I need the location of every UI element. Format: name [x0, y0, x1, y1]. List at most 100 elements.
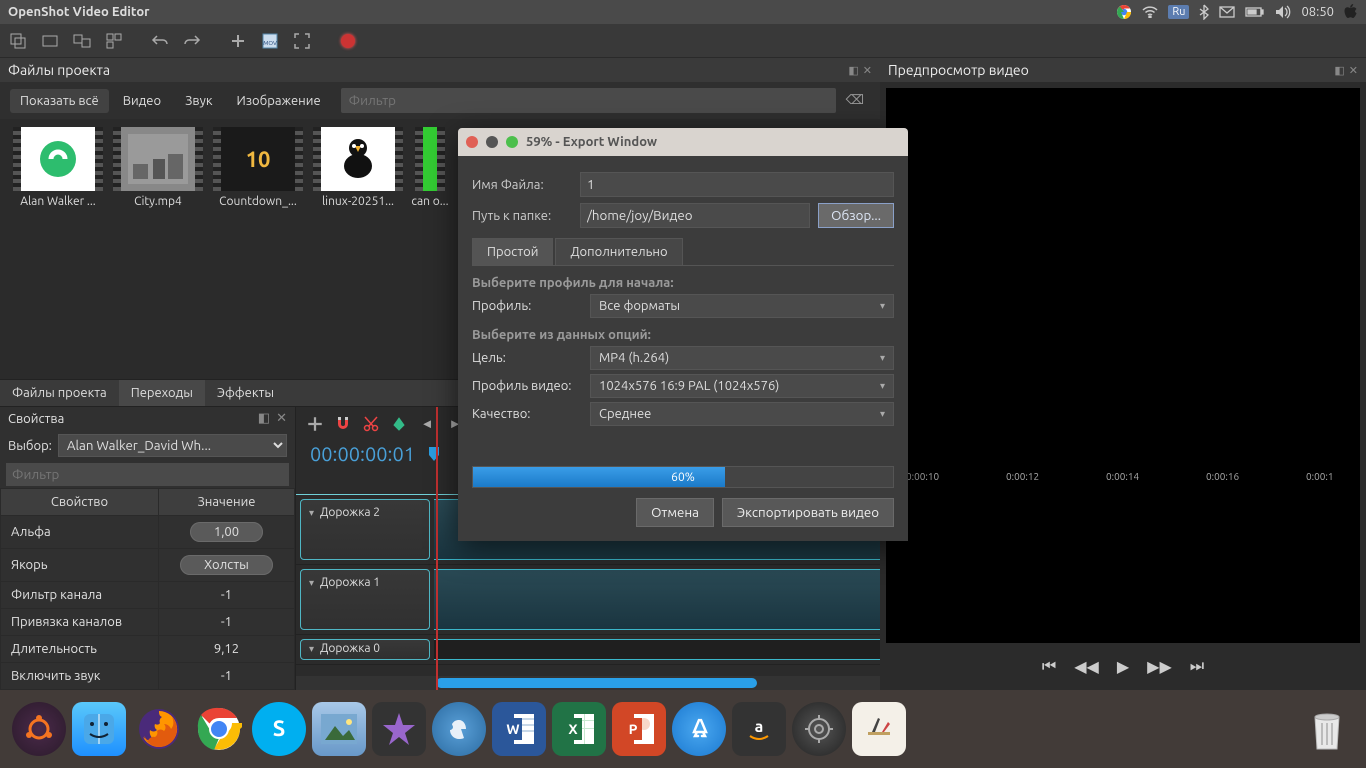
track-header[interactable]: Дорожка 0 [300, 639, 430, 660]
tool-btn-3[interactable] [70, 29, 94, 53]
undock-icon[interactable]: ◧ [848, 64, 858, 77]
add-track-icon[interactable] [306, 415, 324, 433]
thumb-item[interactable]: linux-20251... [310, 127, 406, 219]
main-toolbar: MOV [0, 24, 1366, 58]
tool-btn-1[interactable] [6, 29, 30, 53]
section-label: Выберите профиль для начала: [472, 276, 894, 290]
undock-icon[interactable]: ◧ [258, 411, 270, 426]
tab-files[interactable]: Файлы проекта [0, 380, 119, 406]
target-select[interactable]: MP4 (h.264) [590, 346, 894, 370]
marker-icon[interactable] [390, 415, 408, 433]
browse-button[interactable]: Обзор... [818, 203, 894, 228]
battery-icon[interactable] [1245, 6, 1265, 18]
clear-filter-icon[interactable]: ⌫ [840, 93, 870, 108]
tab-image[interactable]: Изображение [227, 89, 331, 113]
dock-tools-icon[interactable] [852, 702, 906, 756]
preview-title: Предпросмотр видео [888, 62, 1029, 78]
track[interactable]: Дорожка 1 [296, 565, 880, 635]
tab-simple[interactable]: Простой [472, 238, 553, 265]
dock-firefox-icon[interactable] [132, 702, 186, 756]
dock-excel-icon[interactable]: X [552, 702, 606, 756]
tab-show-all[interactable]: Показать всё [10, 89, 109, 113]
prop-val[interactable]: -1 [158, 582, 294, 609]
skip-start-icon[interactable]: ⏮ [1042, 657, 1056, 676]
redo-icon[interactable] [180, 29, 204, 53]
mail-icon[interactable] [1219, 6, 1235, 18]
record-icon[interactable] [336, 29, 360, 53]
close-window-icon[interactable] [466, 136, 478, 148]
forward-icon[interactable]: ▶▶ [1147, 657, 1172, 676]
tab-advanced[interactable]: Дополнительно [555, 238, 682, 265]
minimize-window-icon[interactable] [486, 136, 498, 148]
track-header[interactable]: Дорожка 2 [300, 499, 430, 560]
bluetooth-icon[interactable] [1199, 4, 1209, 20]
undock-icon[interactable]: ◧ [1334, 64, 1344, 77]
cancel-button[interactable]: Отмена [636, 498, 714, 527]
dock-browser-icon[interactable] [432, 702, 486, 756]
prop-val[interactable]: 1,00 [158, 516, 294, 549]
scissors-icon[interactable] [362, 415, 380, 433]
prev-marker-icon[interactable]: ◄ [418, 415, 436, 433]
clip-select[interactable]: Alan Walker_David Wh... [58, 434, 287, 457]
lang-indicator[interactable]: Ru [1168, 5, 1189, 19]
thumb-item[interactable]: Alan Walker ... [10, 127, 106, 219]
prop-val[interactable]: Холсты [158, 549, 294, 582]
track-header[interactable]: Дорожка 1 [300, 569, 430, 630]
rewind-icon[interactable]: ◀◀ [1074, 657, 1099, 676]
dock-finder-icon[interactable] [72, 702, 126, 756]
add-icon[interactable] [226, 29, 250, 53]
prop-val[interactable]: -1 [158, 663, 294, 690]
dock-trash-icon[interactable] [1300, 702, 1354, 756]
tab-transitions[interactable]: Переходы [119, 380, 205, 406]
skip-end-icon[interactable]: ⏭ [1190, 657, 1204, 676]
thumb-item[interactable]: can o... [410, 127, 450, 219]
timeline-scrollbar[interactable] [296, 676, 880, 690]
playhead[interactable] [436, 407, 438, 690]
prop-val[interactable]: 9,12 [158, 636, 294, 663]
close-panel-icon[interactable]: ✕ [1349, 64, 1358, 77]
magnet-icon[interactable] [334, 415, 352, 433]
fullscreen-icon[interactable] [290, 29, 314, 53]
path-input[interactable] [580, 203, 810, 228]
profile-select[interactable]: Все форматы [590, 294, 894, 318]
dock-settings-icon[interactable] [792, 702, 846, 756]
undo-icon[interactable] [148, 29, 172, 53]
dock-amazon-icon[interactable]: a [732, 702, 786, 756]
dock-word-icon[interactable]: W [492, 702, 546, 756]
dock-ubuntu-icon[interactable] [12, 702, 66, 756]
volume-icon[interactable] [1275, 5, 1291, 19]
track-body[interactable] [434, 569, 880, 630]
thumb-item[interactable]: 10Countdown_... [210, 127, 306, 219]
wifi-icon[interactable] [1142, 6, 1158, 18]
tool-btn-4[interactable] [102, 29, 126, 53]
dock-photos-icon[interactable] [312, 702, 366, 756]
thumb-item[interactable]: City.mp4 [110, 127, 206, 219]
dock-powerpoint-icon[interactable]: P [612, 702, 666, 756]
dock-chrome-icon[interactable] [192, 702, 246, 756]
clock[interactable]: 08:50 [1301, 5, 1334, 19]
maximize-window-icon[interactable] [506, 136, 518, 148]
video-profile-select[interactable]: 1024x576 16:9 PAL (1024x576) [590, 374, 894, 398]
apple-icon[interactable] [1344, 4, 1358, 20]
chrome-icon[interactable] [1116, 4, 1132, 20]
tab-video[interactable]: Видео [113, 89, 171, 113]
dock-appstore-icon[interactable] [672, 702, 726, 756]
export-button[interactable]: Экспортировать видео [722, 498, 894, 527]
file-icon[interactable]: MOV [258, 29, 282, 53]
close-panel-icon[interactable]: ✕ [276, 411, 287, 426]
dock-skype-icon[interactable]: S [252, 702, 306, 756]
properties-filter-input[interactable] [6, 463, 289, 486]
tab-effects[interactable]: Эффекты [205, 380, 286, 406]
dialog-titlebar[interactable]: 59% - Export Window [458, 128, 908, 156]
dock-imovie-icon[interactable] [372, 702, 426, 756]
play-icon[interactable]: ▶ [1117, 657, 1129, 676]
track[interactable]: Дорожка 0 [296, 635, 880, 665]
prop-val[interactable]: -1 [158, 609, 294, 636]
project-filter-input[interactable] [341, 88, 836, 113]
track-body[interactable] [434, 639, 880, 660]
tool-btn-2[interactable] [38, 29, 62, 53]
close-panel-icon[interactable]: ✕ [863, 64, 872, 77]
quality-select[interactable]: Среднее [590, 402, 894, 426]
tab-audio[interactable]: Звук [175, 89, 222, 113]
filename-input[interactable] [580, 172, 894, 197]
